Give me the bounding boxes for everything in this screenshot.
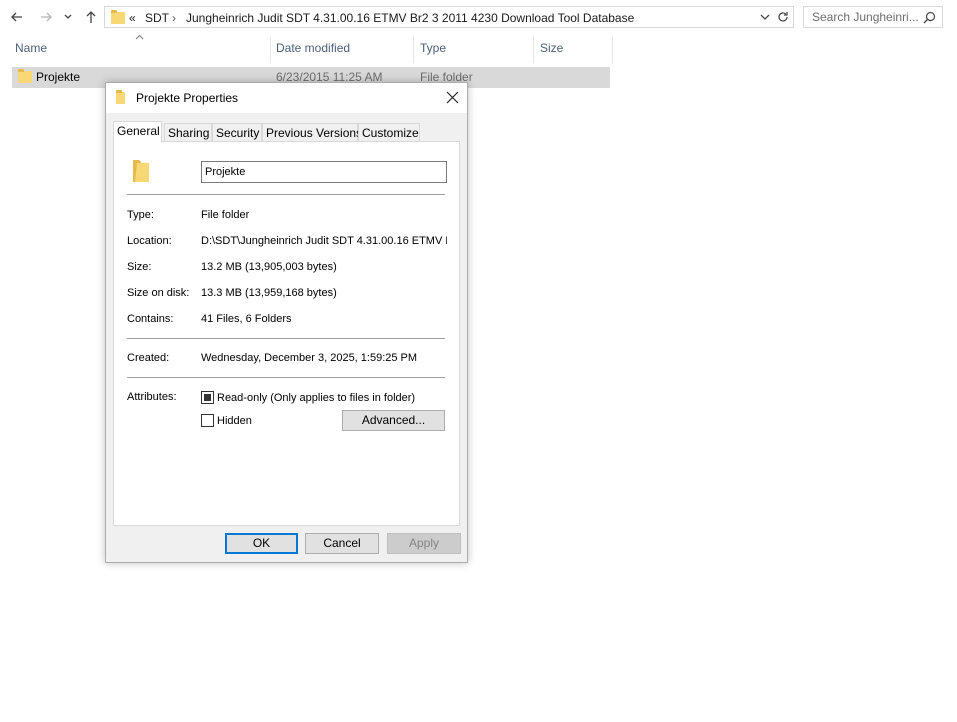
tab-sharing[interactable]: Sharing bbox=[164, 123, 212, 142]
size-label: Size: bbox=[127, 261, 152, 273]
back-button[interactable] bbox=[8, 8, 26, 26]
divider bbox=[127, 377, 445, 378]
sort-ascending-icon bbox=[135, 34, 144, 40]
tab-customize[interactable]: Customize bbox=[358, 123, 420, 142]
column-divider[interactable] bbox=[612, 37, 613, 63]
folder-icon bbox=[133, 160, 149, 182]
type-label: Type: bbox=[127, 209, 154, 221]
advanced-button[interactable]: Advanced... bbox=[342, 410, 445, 431]
dialog-title-bar[interactable]: Projekte Properties bbox=[106, 83, 467, 113]
general-tab-panel: Type: File folder Location: D:\SDT\Jungh… bbox=[113, 141, 460, 526]
size-value: 13.2 MB (13,905,003 bytes) bbox=[201, 261, 337, 273]
location-label: Location: bbox=[127, 235, 172, 247]
breadcrumb-sdt[interactable]: SDT bbox=[145, 11, 169, 25]
folder-icon bbox=[111, 10, 125, 24]
arrow-right-icon bbox=[41, 12, 52, 22]
apply-button[interactable]: Apply bbox=[387, 533, 461, 554]
divider bbox=[127, 338, 445, 339]
refresh-button[interactable] bbox=[777, 11, 789, 26]
tab-security[interactable]: Security bbox=[212, 123, 262, 142]
divider bbox=[127, 194, 445, 195]
breadcrumb-overflow[interactable]: « bbox=[129, 11, 136, 25]
tab-general[interactable]: General bbox=[113, 121, 162, 143]
column-header-size[interactable]: Size bbox=[540, 41, 563, 55]
address-bar[interactable]: « SDT › Jungheinrich Judit SDT 4.31.00.1… bbox=[104, 6, 794, 28]
dialog-title: Projekte Properties bbox=[136, 91, 239, 105]
search-input[interactable]: Search Jungheinri... bbox=[803, 6, 943, 28]
column-header-date[interactable]: Date modified bbox=[276, 41, 350, 55]
folder-name-field[interactable] bbox=[201, 161, 447, 183]
refresh-icon bbox=[778, 12, 788, 22]
readonly-label[interactable]: Read-only (Only applies to files in fold… bbox=[217, 392, 415, 404]
hidden-label[interactable]: Hidden bbox=[217, 415, 252, 427]
size-on-disk-label: Size on disk: bbox=[127, 287, 190, 299]
contains-value: 41 Files, 6 Folders bbox=[201, 313, 292, 325]
column-divider[interactable] bbox=[413, 37, 414, 63]
folder-icon bbox=[18, 69, 32, 83]
created-value: Wednesday, December 3, 2025, 1:59:25 PM bbox=[201, 352, 418, 364]
hidden-checkbox[interactable] bbox=[201, 414, 214, 427]
forward-button[interactable] bbox=[37, 8, 55, 26]
recent-locations-button[interactable] bbox=[61, 8, 75, 26]
location-value: D:\SDT\Jungheinrich Judit SDT 4.31.00.16… bbox=[201, 235, 447, 247]
column-header-name[interactable]: Name bbox=[15, 41, 47, 55]
contains-label: Contains: bbox=[127, 313, 174, 325]
close-icon bbox=[446, 91, 459, 104]
column-divider[interactable] bbox=[533, 37, 534, 63]
size-on-disk-value: 13.3 MB (13,959,168 bytes) bbox=[201, 287, 337, 299]
readonly-checkbox[interactable] bbox=[201, 391, 214, 404]
properties-dialog: Projekte Properties General Sharing Secu… bbox=[105, 82, 468, 563]
breadcrumb-separator[interactable]: › bbox=[172, 11, 176, 25]
type-value: File folder bbox=[201, 209, 250, 221]
tab-previous-versions[interactable]: Previous Versions bbox=[262, 123, 362, 142]
created-label: Created: bbox=[127, 352, 170, 364]
search-icon bbox=[923, 11, 936, 24]
attributes-label: Attributes: bbox=[127, 391, 177, 403]
column-header-type[interactable]: Type bbox=[420, 41, 446, 55]
chevron-down-icon bbox=[64, 14, 72, 19]
cancel-button[interactable]: Cancel bbox=[305, 533, 379, 554]
chevron-down-icon bbox=[760, 14, 770, 20]
up-button[interactable] bbox=[82, 8, 100, 26]
folder-icon bbox=[116, 90, 125, 104]
address-dropdown-button[interactable] bbox=[759, 11, 771, 26]
breadcrumb-current[interactable]: Jungheinrich Judit SDT 4.31.00.16 ETMV B… bbox=[186, 11, 634, 25]
arrow-left-icon bbox=[11, 12, 22, 22]
search-placeholder: Search Jungheinri... bbox=[812, 10, 919, 24]
file-name: Projekte bbox=[36, 70, 81, 84]
close-button[interactable] bbox=[446, 91, 459, 107]
column-divider[interactable] bbox=[270, 37, 271, 63]
arrow-up-icon bbox=[86, 11, 96, 23]
ok-button[interactable]: OK bbox=[225, 533, 298, 554]
